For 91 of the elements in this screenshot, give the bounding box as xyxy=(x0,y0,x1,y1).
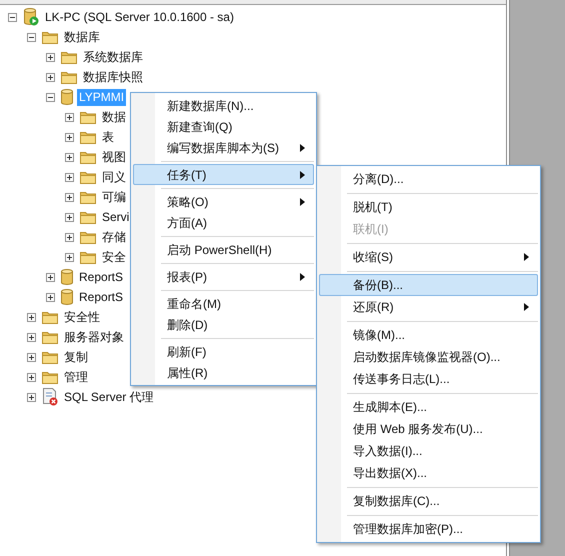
folder-icon xyxy=(42,30,58,44)
menu-item[interactable]: 还原(R) xyxy=(319,296,538,318)
tree-item[interactable]: 管理 xyxy=(62,368,90,386)
submenu-arrow-icon xyxy=(524,303,529,311)
submenu-arrow-icon xyxy=(300,272,305,280)
menu-item[interactable]: 使用 Web 服务发布(U)... xyxy=(319,418,538,440)
folder-icon xyxy=(80,170,96,184)
tree-item[interactable]: 服务器对象 xyxy=(62,328,126,346)
tree-item[interactable]: 视图 xyxy=(100,148,128,166)
collapse-icon[interactable] xyxy=(27,32,36,42)
menu-item[interactable]: 删除(D) xyxy=(133,314,314,335)
menu-item[interactable]: 新建查询(Q) xyxy=(133,116,314,137)
menu-item[interactable]: 策略(O) xyxy=(133,191,314,212)
database-icon xyxy=(61,269,73,285)
folder-icon xyxy=(80,190,96,204)
menu-item[interactable]: 分离(D)... xyxy=(319,168,538,190)
folder-icon xyxy=(80,130,96,144)
expand-icon[interactable] xyxy=(65,112,74,122)
tree-item[interactable]: ReportS xyxy=(77,268,126,286)
menu-item[interactable]: 备份(B)... xyxy=(319,274,538,296)
expand-icon[interactable] xyxy=(65,152,74,162)
expand-icon[interactable] xyxy=(65,252,74,262)
expand-icon[interactable] xyxy=(27,372,36,382)
tree-item[interactable]: 同义 xyxy=(100,168,128,186)
menu-item[interactable]: 报表(P) xyxy=(133,266,314,287)
tree-item[interactable]: 复制 xyxy=(62,348,90,366)
expand-icon[interactable] xyxy=(27,352,36,362)
menu-item[interactable]: 生成脚本(E)... xyxy=(319,396,538,418)
folder-icon xyxy=(80,110,96,124)
tree-item[interactable]: LK-PC (SQL Server 10.0.1600 - sa) xyxy=(43,8,236,26)
submenu-arrow-icon xyxy=(300,198,305,206)
menu-item[interactable]: 启动数据库镜像监视器(O)... xyxy=(319,346,538,368)
database-icon xyxy=(61,89,73,105)
tree-item[interactable]: 存储 xyxy=(100,228,128,246)
expand-icon[interactable] xyxy=(65,212,74,222)
folder-icon xyxy=(42,330,58,344)
submenu-arrow-icon xyxy=(300,144,305,152)
expand-icon[interactable] xyxy=(46,292,55,302)
expand-icon[interactable] xyxy=(46,52,55,62)
menu-item[interactable]: 管理数据库加密(P)... xyxy=(319,518,538,540)
expand-icon[interactable] xyxy=(27,312,36,322)
folder-icon xyxy=(80,210,96,224)
menu-item[interactable]: 启动 PowerShell(H) xyxy=(133,239,314,260)
tree-item[interactable]: 数据库快照 xyxy=(81,68,145,86)
tree-item[interactable]: 系统数据库 xyxy=(81,48,145,66)
menu-item[interactable]: 任务(T) xyxy=(133,164,314,185)
agent-icon xyxy=(42,388,58,406)
expand-icon[interactable] xyxy=(27,332,36,342)
database-icon xyxy=(61,289,73,305)
folder-icon xyxy=(42,310,58,324)
folder-icon xyxy=(80,150,96,164)
folder-icon xyxy=(80,250,96,264)
expand-icon[interactable] xyxy=(46,72,55,82)
folder-icon xyxy=(61,70,77,84)
tree-item[interactable]: ReportS xyxy=(77,288,126,306)
menu-item[interactable]: 镜像(M)... xyxy=(319,324,538,346)
menu-item[interactable]: 重命名(M) xyxy=(133,293,314,314)
tree-item[interactable]: 数据库 xyxy=(62,28,102,46)
menu-item[interactable]: 脱机(T) xyxy=(319,196,538,218)
tree-item[interactable]: 数据 xyxy=(100,108,128,126)
menu-item[interactable]: 编写数据库脚本为(S) xyxy=(133,137,314,158)
collapse-icon[interactable] xyxy=(46,92,55,102)
submenu-arrow-icon xyxy=(524,253,529,261)
menu-item[interactable]: 方面(A) xyxy=(133,212,314,233)
submenu-arrow-icon xyxy=(300,170,305,178)
tree-item[interactable]: 安全 xyxy=(100,248,128,266)
menu-item[interactable]: 新建数据库(N)... xyxy=(133,95,314,116)
expand-icon[interactable] xyxy=(65,192,74,202)
menu-item[interactable]: 导出数据(X)... xyxy=(319,462,538,484)
menu-item[interactable]: 传送事务日志(L)... xyxy=(319,368,538,390)
menu-item[interactable]: 刷新(F) xyxy=(133,341,314,362)
menu-item[interactable]: 导入数据(I)... xyxy=(319,440,538,462)
expand-icon[interactable] xyxy=(27,392,36,402)
menu-item[interactable]: 属性(R) xyxy=(133,362,314,383)
collapse-icon[interactable] xyxy=(8,12,17,22)
menu-item[interactable]: 收缩(S) xyxy=(319,246,538,268)
menu-item[interactable]: 复制数据库(C)... xyxy=(319,490,538,512)
expand-icon[interactable] xyxy=(65,132,74,142)
folder-icon xyxy=(80,230,96,244)
folder-icon xyxy=(42,370,58,384)
tree-item[interactable]: 安全性 xyxy=(62,308,102,326)
tree-item[interactable]: 可编 xyxy=(100,188,128,206)
expand-icon[interactable] xyxy=(65,232,74,242)
expand-icon[interactable] xyxy=(46,272,55,282)
tree-item[interactable]: 表 xyxy=(100,128,116,146)
tree-item[interactable]: Servi xyxy=(100,208,132,226)
folder-icon xyxy=(42,350,58,364)
folder-icon xyxy=(61,50,77,64)
expand-icon[interactable] xyxy=(65,172,74,182)
tree-item[interactable]: SQL Server 代理 xyxy=(62,388,156,406)
server-icon xyxy=(23,8,39,26)
